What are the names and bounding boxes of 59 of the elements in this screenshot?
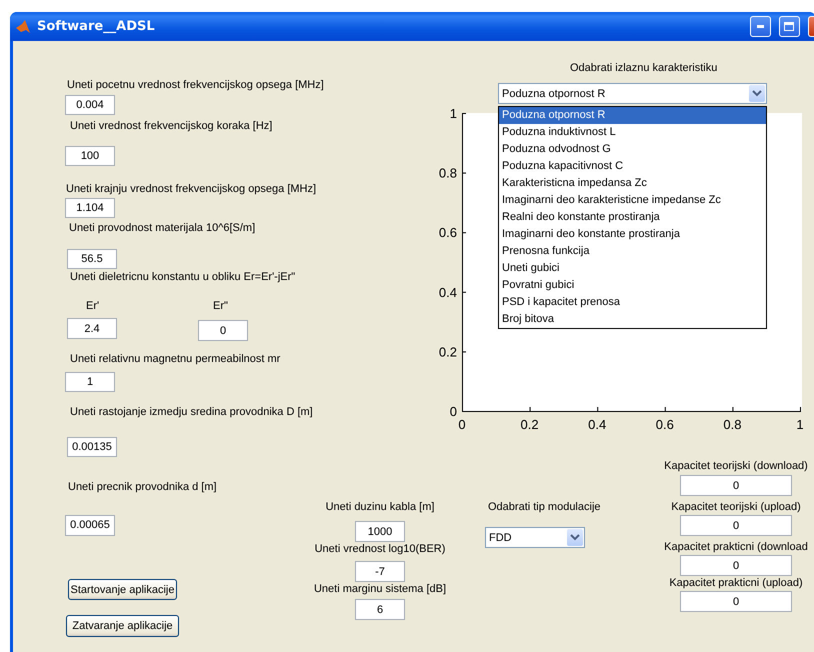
input-field[interactable]: 1000	[355, 521, 405, 542]
output-field[interactable]: 0	[680, 475, 792, 496]
field-label: Uneti krajnju vrednost frekvencijskog opsega [MHz]	[66, 182, 316, 196]
input-field[interactable]: 0.00135	[67, 437, 117, 457]
dropdown-option[interactable]: Poduzna otpornost R	[499, 107, 766, 124]
field-label: Uneti rastojanje izmedju sredina provodnika D [m]	[70, 405, 313, 419]
field-label: Uneti duzinu kabla [m]	[326, 500, 434, 514]
field-label: Kapacitet prakticni (upload)	[669, 576, 803, 590]
x-tick-label: 0.2	[520, 417, 539, 432]
input-field[interactable]: 2.4	[67, 318, 117, 339]
input-field[interactable]: 100	[65, 146, 115, 166]
app-logo-icon	[15, 18, 31, 34]
field-label: Uneti provodnost materijala 10^6[S/m]	[69, 221, 256, 235]
field-label: Uneti pocetnu vrednost frekvencijskog opsega [MHz]	[67, 78, 324, 92]
close-button[interactable]	[808, 16, 814, 37]
x-tick-label: 0.6	[656, 417, 674, 432]
y-tick-label: 0.2	[438, 344, 457, 360]
input-field[interactable]: 1	[65, 372, 115, 392]
input-field[interactable]: 6	[355, 599, 405, 620]
y-tick-label: 0.4	[438, 284, 457, 300]
input-field[interactable]: 0.00065	[65, 515, 115, 536]
output-field[interactable]: 0	[680, 591, 792, 612]
field-label: Er'	[86, 299, 100, 313]
x-tick-label: 0.4	[588, 417, 606, 432]
field-label: Uneti vrednost log10(BER)	[314, 542, 446, 556]
x-tick-label: 0.8	[723, 417, 742, 432]
field-label: Er"	[213, 299, 229, 313]
output-field[interactable]: 0	[680, 555, 792, 576]
input-field[interactable]: 1.104	[65, 198, 115, 218]
field-label: Uneti marginu sistema [dB]	[314, 582, 446, 596]
maximize-button[interactable]	[779, 16, 800, 37]
field-label: Uneti vrednost frekvencijskog koraka [Hz]	[70, 119, 272, 133]
field-label: Uneti precnik provodnika d [m]	[68, 480, 217, 494]
minimize-button[interactable]	[750, 16, 771, 37]
action-button[interactable]: Zatvaranje aplikacije	[66, 615, 179, 637]
window-title: Software__ADSL	[37, 19, 156, 34]
input-field[interactable]: 0.004	[65, 95, 115, 115]
y-tick-label: 0	[450, 404, 457, 419]
field-label: Uneti relativnu magnetnu permeabilnost mr	[70, 352, 280, 366]
input-field[interactable]: 56.5	[67, 249, 117, 269]
y-tick-label: 0.8	[438, 166, 457, 181]
action-button[interactable]: Startovanje aplikacije	[68, 578, 177, 600]
maximize-icon	[784, 22, 795, 32]
dropdown-label: Odabrati izlaznu karakteristiku	[570, 61, 718, 75]
field-label: Uneti dieletricnu konstantu u obliku Er=Er'-jEr"	[70, 270, 296, 284]
y-tick-label: 1	[450, 106, 457, 121]
field-label: Kapacitet teorijski (download)	[664, 459, 808, 473]
dropdown-label: Odabrati tip modulacije	[488, 500, 601, 514]
field-label: Kapacitet teorijski (upload)	[671, 500, 801, 514]
y-tick-label: 0.6	[438, 225, 457, 240]
output-field[interactable]: 0	[680, 515, 792, 536]
modulation-dropdown[interactable]: FDD	[485, 527, 585, 548]
input-field[interactable]: 0	[198, 320, 248, 341]
field-label: Kapacitet prakticni (download	[664, 540, 808, 554]
x-tick-label: 0	[458, 417, 466, 432]
minimize-icon	[756, 25, 764, 28]
characteristic-dropdown[interactable]: Poduzna otpornost R	[498, 83, 767, 104]
x-tick-label: 1	[796, 417, 804, 432]
input-field[interactable]: -7	[355, 561, 405, 582]
